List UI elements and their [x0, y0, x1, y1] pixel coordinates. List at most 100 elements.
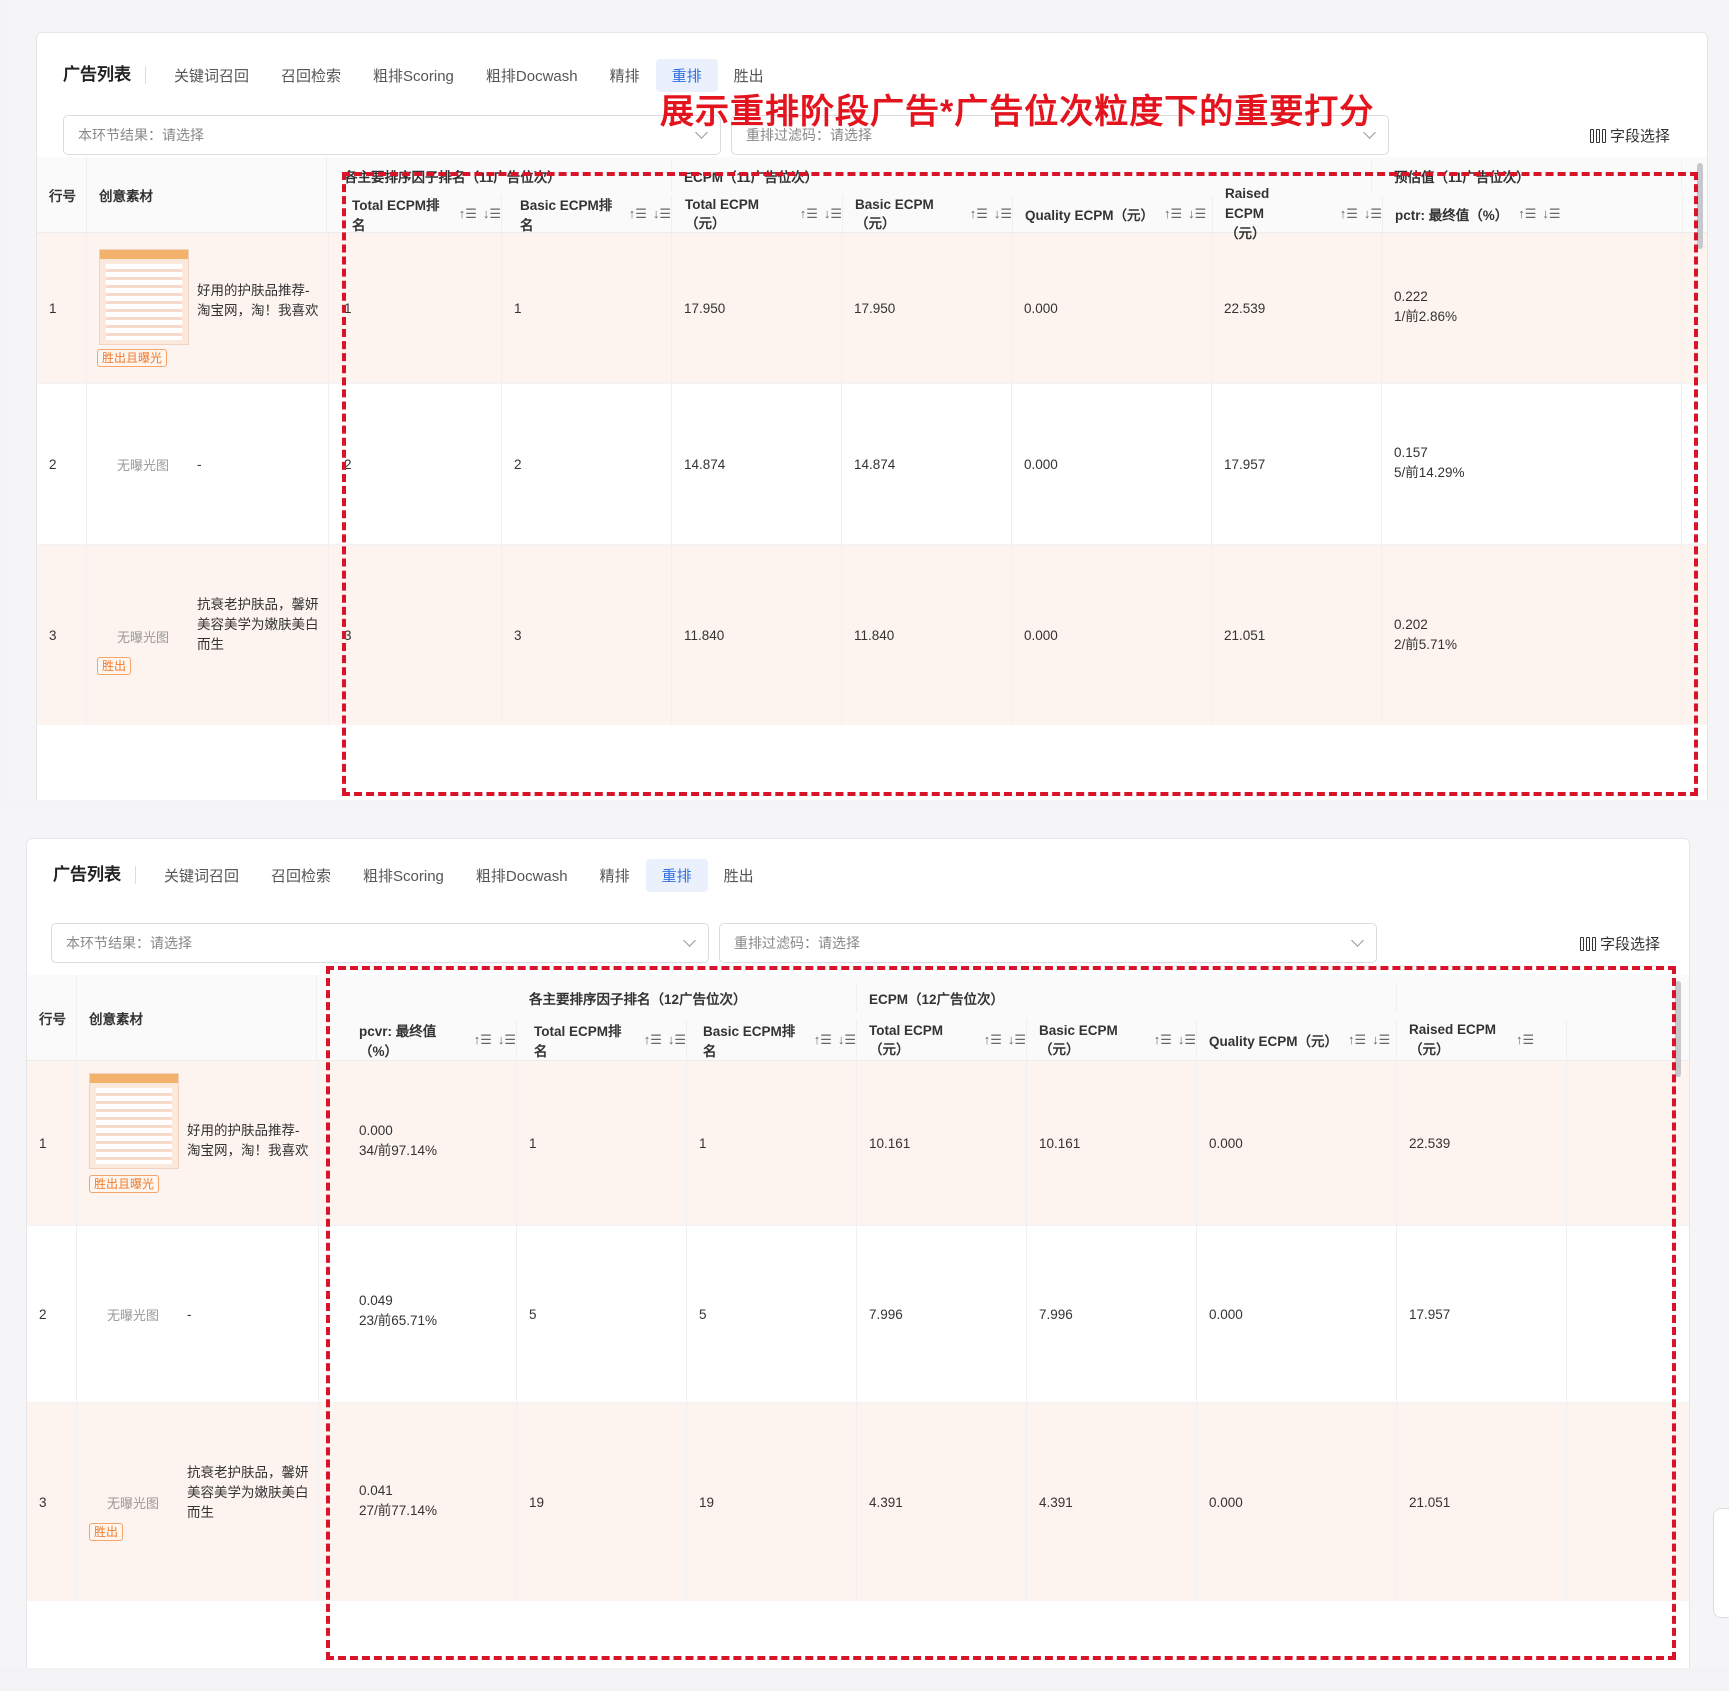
table-scrollbar[interactable]: [1697, 163, 1703, 249]
bottom-screenshot: 广告列表 关键词召回 召回检索 粗排Scoring 粗排Docwash 精排 重…: [0, 808, 1729, 1668]
field-select-label: 字段选择: [1610, 128, 1671, 145]
sort-icon[interactable]: ↑☰ ↓☰: [459, 206, 501, 222]
sort-icon[interactable]: ↑☰ ↓☰: [1348, 1032, 1390, 1048]
rerank-table: 行号 创意素材 各主要排序因子排名（11广告位次） ECPM（11广告位次） 预…: [37, 157, 1707, 800]
sort-icon[interactable]: ↑☰: [1516, 1030, 1534, 1050]
col-basic-ecpm-rank[interactable]: Basic ECPM排名 ↑☰ ↓☰: [691, 1019, 857, 1061]
cell-pctr: 0.202 2/前5.71%: [1382, 545, 1682, 725]
row-number: 3: [27, 1403, 77, 1601]
tab-coarse-scoring[interactable]: 粗排Scoring: [347, 859, 460, 892]
tab-recall-retrieval[interactable]: 召回检索: [255, 859, 347, 892]
cell-basic-rank: 3: [502, 545, 672, 725]
col-raised-ecpm[interactable]: Raised ECPM （元） ↑☰: [1397, 1019, 1567, 1061]
sort-icon[interactable]: ↑☰ ↓☰: [1518, 206, 1560, 222]
sort-icon[interactable]: ↑☰ ↓☰: [984, 1032, 1026, 1048]
no-exposure-image: 无曝光图: [117, 458, 170, 473]
col-basic-ecpm[interactable]: Basic ECPM（元） ↑☰ ↓☰: [843, 195, 1013, 233]
field-select-button[interactable]: 字段选择: [1580, 933, 1660, 954]
creative-text: 好用的护肤品推荐- 淘宝网，淘！我喜欢: [189, 233, 329, 383]
col-pctr[interactable]: pctr: 最终值（%） ↑☰ ↓☰: [1383, 195, 1683, 233]
ad-list-panel: 广告列表 关键词召回 召回检索 粗排Scoring 粗排Docwash 精排 重…: [36, 32, 1708, 800]
col-creative: 创意素材: [87, 157, 327, 233]
stage-result-select[interactable]: 本环节结果：请选择: [51, 923, 709, 963]
status-badge: 胜出且曝光: [97, 349, 168, 367]
top-screenshot: 广告列表 关键词召回 召回检索 粗排Scoring 粗排Docwash 精排 重…: [8, 0, 1728, 800]
cell-raised-ecpm: 17.957: [1397, 1225, 1567, 1403]
tab-coarse-docwash[interactable]: 粗排Docwash: [460, 859, 584, 892]
cell-raised-ecpm: 22.539: [1212, 233, 1382, 383]
col-quality-ecpm[interactable]: Quality ECPM（元） ↑☰ ↓☰: [1197, 1019, 1397, 1061]
status-badge: 胜出: [89, 1523, 124, 1541]
tab-keyword-recall[interactable]: 关键词召回: [158, 59, 265, 92]
col-basic-ecpm-rank[interactable]: Basic ECPM排名 ↑☰ ↓☰: [508, 195, 672, 233]
cell-basic-ecpm: 4.391: [1027, 1403, 1197, 1601]
row-number: 2: [37, 383, 87, 545]
cell-total-ecpm: 4.391: [857, 1403, 1027, 1601]
stage-result-select[interactable]: 本环节结果：请选择: [63, 115, 721, 155]
sort-icon[interactable]: ↑☰ ↓☰: [1154, 1032, 1196, 1048]
stage-result-placeholder: 本环节结果：请选择: [66, 935, 192, 951]
feedback-tab[interactable]: [1713, 1508, 1729, 1618]
cell-total-rank: 5: [517, 1225, 687, 1403]
tab-keyword-recall[interactable]: 关键词召回: [148, 859, 255, 892]
cell-basic-ecpm: 17.950: [842, 233, 1012, 383]
status-badge: 胜出且曝光: [89, 1175, 160, 1193]
tab-bar-title: 广告列表: [63, 66, 146, 84]
chevron-down-icon: [683, 934, 696, 947]
table-scrollbar[interactable]: [1675, 981, 1681, 1077]
sort-icon[interactable]: ↑☰ ↓☰: [474, 1032, 516, 1048]
cell-quality-ecpm: 0.000: [1197, 1225, 1397, 1403]
col-row-no: 行号: [37, 157, 87, 233]
rerank-table: 行号 创意素材 各主要排序因子排名（12广告位次） ECPM（12广告位次） p…: [27, 975, 1689, 1668]
rerank-filter-select[interactable]: 重排过滤码：请选择: [719, 923, 1377, 963]
sort-icon[interactable]: ↑☰ ↓☰: [644, 1032, 686, 1048]
annotation-text: 展示重排阶段广告*广告位次粒度下的重要打分: [660, 93, 1375, 131]
group-rank-header: 各主要排序因子排名（12广告位次）: [517, 983, 857, 1013]
creative-text: 抗衰老护肤品，馨妍 美容美学为嫩肤美白 而生: [179, 1403, 319, 1601]
tab-bar: 广告列表 关键词召回 召回检索 粗排Scoring 粗排Docwash 精排 重…: [27, 845, 1689, 905]
cell-total-rank: 1: [332, 233, 502, 383]
rerank-filter-placeholder: 重排过滤码：请选择: [734, 935, 860, 951]
tab-coarse-scoring[interactable]: 粗排Scoring: [357, 59, 470, 92]
col-basic-ecpm[interactable]: Basic ECPM（元） ↑☰ ↓☰: [1027, 1019, 1197, 1061]
col-total-ecpm[interactable]: Total ECPM（元） ↑☰ ↓☰: [673, 195, 843, 233]
tab-bar-title: 广告列表: [53, 866, 136, 884]
creative-text: -: [179, 1225, 319, 1403]
row-number: 1: [37, 233, 87, 383]
creative-thumbnail[interactable]: [99, 249, 189, 345]
tab-rerank[interactable]: 重排: [645, 858, 708, 892]
col-quality-ecpm[interactable]: Quality ECPM（元） ↑☰ ↓☰: [1013, 195, 1213, 233]
tab-winner[interactable]: 胜出: [708, 859, 770, 892]
sort-icon[interactable]: ↑☰ ↓☰: [800, 206, 842, 222]
sort-icon[interactable]: ↑☰ ↓☰: [629, 206, 671, 222]
sort-icon[interactable]: ↑☰ ↓☰: [1164, 206, 1206, 222]
cell-basic-ecpm: 11.840: [842, 545, 1012, 725]
group-rank-header: 各主要排序因子排名（11广告位次）: [332, 161, 672, 191]
cell-basic-rank: 1: [687, 1061, 857, 1225]
sort-icon[interactable]: ↑☰ ↓☰: [970, 206, 1012, 222]
cell-quality-ecpm: 0.000: [1197, 1061, 1397, 1225]
stage-result-placeholder: 本环节结果：请选择: [78, 127, 204, 143]
col-total-ecpm-rank[interactable]: Total ECPM排名 ↑☰ ↓☰: [522, 1019, 687, 1061]
cell-raised-ecpm: 17.957: [1212, 383, 1382, 545]
cell-total-ecpm: 10.161: [857, 1061, 1027, 1225]
cell-basic-rank: 1: [502, 233, 672, 383]
tab-fine-rank[interactable]: 精排: [584, 859, 646, 892]
tab-coarse-docwash[interactable]: 粗排Docwash: [470, 59, 594, 92]
col-creative: 创意素材: [77, 975, 317, 1061]
creative-thumbnail[interactable]: [89, 1073, 179, 1169]
cell-raised-ecpm: 22.539: [1397, 1061, 1567, 1225]
col-total-ecpm[interactable]: Total ECPM（元） ↑☰ ↓☰: [857, 1019, 1027, 1061]
cell-pcvr: 0.000 34/前97.14%: [347, 1061, 517, 1225]
sort-icon[interactable]: ↑☰ ↓☰: [814, 1032, 856, 1048]
tab-recall-retrieval[interactable]: 召回检索: [265, 59, 357, 92]
col-raised-ecpm[interactable]: Raised ECPM （元） ↑☰ ↓☰: [1213, 186, 1383, 241]
creative-text: 抗衰老护肤品，馨妍 美容美学为嫩肤美白 而生: [189, 545, 329, 725]
col-pcvr[interactable]: pcvr: 最终值（%） ↑☰ ↓☰: [347, 1019, 517, 1061]
cell-quality-ecpm: 0.000: [1197, 1403, 1397, 1601]
group-pred-header: 预估值（11广告位次）: [1382, 161, 1682, 191]
col-total-ecpm-rank[interactable]: Total ECPM排名 ↑☰ ↓☰: [340, 195, 502, 233]
field-select-button[interactable]: 字段选择: [1590, 125, 1670, 146]
sort-icon[interactable]: ↑☰ ↓☰: [1340, 204, 1382, 224]
tab-fine-rank[interactable]: 精排: [594, 59, 656, 92]
